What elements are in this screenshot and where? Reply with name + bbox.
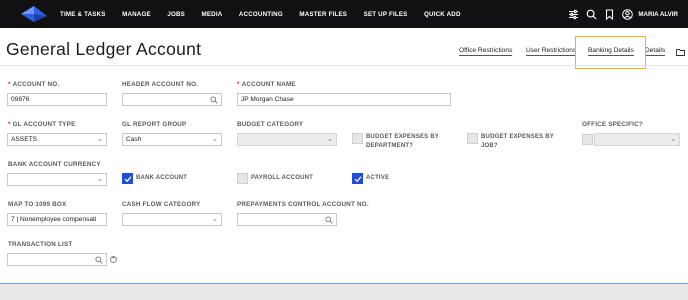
account-no-field[interactable]: 09876 [7,93,107,106]
folder-icon[interactable] [676,48,685,56]
search-icon[interactable] [585,8,597,20]
menu-accounting[interactable]: ACCOUNTING [239,11,283,18]
map-to-1099-box-select[interactable]: 7 | Nonemployee compensati [7,213,107,226]
gl-account-type-label: * GL ACCOUNT TYPE [8,121,76,128]
budget-category-select[interactable]: ⌄ [237,133,337,146]
tab-user-restrictions[interactable]: User Restrictions [526,47,577,56]
gl-report-group-select[interactable]: Cash ⌄ [122,133,222,146]
menu-manage[interactable]: MANAGE [122,11,151,18]
gl-report-group-label: GL REPORT GROUP [122,121,187,128]
chevron-down-icon: ⌄ [212,216,218,223]
tab-details[interactable]: Details [645,47,666,56]
checkmark-icon [354,176,362,183]
active-checkbox[interactable] [352,173,363,184]
bank-account-currency-select[interactable]: ⌄ [7,173,107,186]
bank-account-checkbox[interactable] [122,173,133,184]
map-to-1099-box-label: MAP TO 1099 BOX [8,201,67,208]
main-menu: TIME & TASKS MANAGE JOBS MEDIA ACCOUNTIN… [60,0,477,28]
chevron-down-icon: ⌄ [670,136,676,143]
menu-master-files[interactable]: MASTER FILES [299,11,347,18]
menu-jobs[interactable]: JOBS [167,11,185,18]
page: { "nav": { "menu": ["TIME & TASKS", "MAN… [0,0,688,300]
payroll-account-label: PAYROLL ACCOUNT [251,175,314,181]
prepayments-control-account-no-label: PREPAYMENTS CONTROL ACCOUNT NO. [237,201,369,208]
header-account-no-field[interactable] [122,93,222,106]
search-icon[interactable] [95,256,103,264]
bank-account-label: BANK ACCOUNT [136,175,188,181]
payroll-account-checkbox[interactable] [237,173,248,184]
bank-account-currency-label: BANK ACCOUNT CURRENCY [8,161,101,168]
header-account-no-label: HEADER ACCOUNT NO. [122,81,199,88]
cash-flow-category-select[interactable]: ⌄ [122,213,222,226]
prepayments-control-account-no-field[interactable] [237,213,337,226]
account-no-label: * ACCOUNT NO. [8,81,60,88]
menu-quick-add[interactable]: QUICK ADD [424,11,461,18]
menu-set-up-files[interactable]: SET UP FILES [364,11,408,18]
cash-flow-category-label: CASH FLOW CATEGORY [122,201,201,208]
sliders-icon[interactable] [567,8,579,20]
budget-category-label: BUDGET CATEGORY [237,121,304,128]
account-name-field[interactable]: JP Morgan Chase [237,93,451,106]
chevron-down-icon: ⌄ [212,136,218,143]
nav-actions: MARIA ALVIR [561,0,678,28]
budget-expenses-by-department-label: BUDGET EXPENSES BY DEPARTMENT? [366,134,439,149]
budget-expenses-by-job-checkbox[interactable] [467,133,478,144]
app-logo[interactable] [20,4,50,24]
menu-time-tasks[interactable]: TIME & TASKS [60,11,106,18]
chevron-down-icon: ⌄ [97,176,103,183]
tab-office-restrictions[interactable]: Office Restrictions [459,47,513,56]
menu-media[interactable]: MEDIA [201,11,222,18]
add-transaction-icon[interactable]: + [110,256,117,263]
footer-area [0,284,688,300]
checkmark-icon [124,176,132,183]
active-label: ACTIVE [366,175,390,181]
office-specific-select[interactable]: ⌄ [594,133,680,146]
search-icon[interactable] [325,216,333,224]
office-specific-label: OFFICE SPECIFIC? [582,121,643,128]
office-specific-checkbox[interactable] [582,134,593,145]
bookmark-icon[interactable] [603,8,615,20]
budget-expenses-by-job-label: BUDGET EXPENSES BY JOB? [481,134,554,149]
main-content: General Ledger Account Office Restrictio… [0,28,688,283]
account-name-label: * ACCOUNT NAME [237,81,296,88]
chevron-down-icon: ⌄ [97,136,103,143]
transaction-list-label: TRANSACTION LIST [8,241,73,248]
budget-expenses-by-department-checkbox[interactable] [352,133,363,144]
user-name[interactable]: MARIA ALVIR [638,11,678,18]
header-divider [0,65,688,66]
user-circle-icon[interactable] [621,8,633,20]
top-navbar: TIME & TASKS MANAGE JOBS MEDIA ACCOUNTIN… [0,0,688,28]
transaction-list-field[interactable] [7,253,107,266]
search-icon[interactable] [210,96,218,104]
chevron-down-icon: ⌄ [327,136,333,143]
page-title: General Ledger Account [6,39,202,59]
gl-account-type-select[interactable]: ASSETS ⌄ [7,133,107,146]
